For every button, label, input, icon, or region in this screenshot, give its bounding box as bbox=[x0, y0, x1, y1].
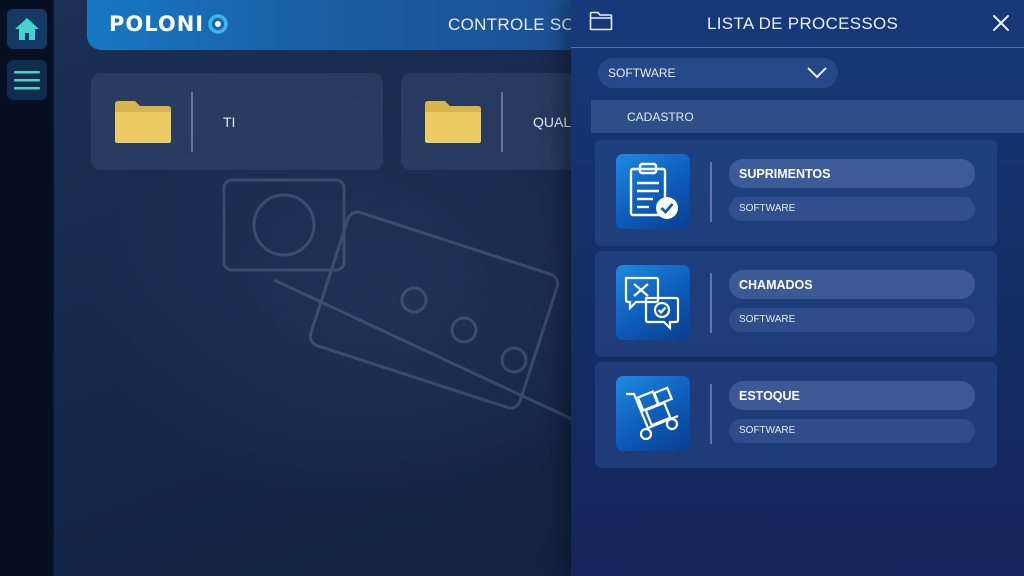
process-name: ESTOQUE bbox=[729, 381, 975, 410]
process-divider bbox=[710, 162, 712, 222]
process-name-text: CHAMADOS bbox=[739, 278, 813, 292]
process-category-text: SOFTWARE bbox=[739, 203, 796, 214]
close-button[interactable] bbox=[991, 13, 1011, 33]
folder-icon bbox=[425, 101, 481, 143]
hand-truck-icon bbox=[626, 385, 679, 440]
background-machine-image bbox=[222, 178, 575, 422]
process-icon-tile bbox=[616, 154, 690, 229]
brand-name: POLONI bbox=[109, 12, 205, 36]
process-divider bbox=[710, 384, 712, 444]
process-card-chamados[interactable]: CHAMADOS SOFTWARE bbox=[595, 251, 997, 357]
menu-button[interactable] bbox=[7, 60, 47, 100]
page-title: CONTROLE SO bbox=[448, 15, 576, 34]
category-select-value: SOFTWARE bbox=[608, 66, 676, 80]
home-button[interactable] bbox=[7, 9, 47, 49]
process-category-text: SOFTWARE bbox=[739, 314, 796, 325]
brand-mark-icon bbox=[208, 14, 228, 34]
folder-divider bbox=[191, 92, 193, 152]
support-chat-icon bbox=[624, 276, 680, 331]
panel-title: LISTA DE PROCESSOS bbox=[707, 14, 899, 33]
process-category: SOFTWARE bbox=[729, 197, 975, 221]
folder-outline-icon bbox=[589, 11, 613, 31]
folder-label: QUAL bbox=[533, 114, 572, 130]
home-icon bbox=[15, 18, 39, 40]
process-category-text: SOFTWARE bbox=[739, 425, 796, 436]
process-name-text: ESTOQUE bbox=[739, 389, 800, 403]
process-icon-tile bbox=[616, 265, 690, 340]
process-category: SOFTWARE bbox=[729, 419, 975, 443]
panel-header: LISTA DE PROCESSOS bbox=[571, 0, 1024, 48]
section-label: CADASTRO bbox=[627, 110, 694, 124]
left-rail bbox=[0, 0, 54, 576]
chevron-down-icon bbox=[807, 67, 827, 79]
process-card-estoque[interactable]: ESTOQUE SOFTWARE bbox=[595, 362, 997, 468]
folder-icon bbox=[115, 101, 171, 143]
process-divider bbox=[710, 273, 712, 333]
process-name: SUPRIMENTOS bbox=[729, 159, 975, 188]
folder-divider bbox=[501, 92, 503, 152]
clipboard-check-icon bbox=[629, 162, 678, 219]
process-category: SOFTWARE bbox=[729, 308, 975, 332]
process-list-panel: LISTA DE PROCESSOS SOFTWARE CADASTRO SUP… bbox=[571, 0, 1024, 576]
category-select[interactable]: SOFTWARE bbox=[598, 58, 838, 88]
section-header: CADASTRO bbox=[591, 100, 1024, 133]
process-card-suprimentos[interactable]: SUPRIMENTOS SOFTWARE bbox=[595, 140, 997, 246]
process-name-text: SUPRIMENTOS bbox=[739, 167, 831, 181]
brand-logo: POLONI bbox=[109, 12, 229, 36]
folder-card-ti[interactable]: TI bbox=[91, 73, 383, 170]
process-icon-tile bbox=[616, 376, 690, 451]
process-name: CHAMADOS bbox=[729, 270, 975, 299]
hamburger-menu-icon bbox=[14, 71, 40, 90]
folder-label: TI bbox=[223, 114, 236, 130]
close-icon bbox=[993, 15, 1009, 31]
